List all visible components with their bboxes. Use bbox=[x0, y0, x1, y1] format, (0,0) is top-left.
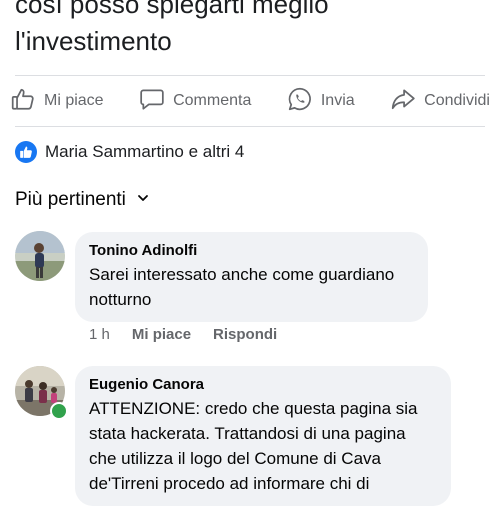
comment-reply-button[interactable]: Rispondi bbox=[213, 326, 277, 343]
comment-like-button[interactable]: Mi piace bbox=[132, 326, 191, 343]
like-button[interactable]: Mi piace bbox=[10, 86, 104, 117]
comment-author[interactable]: Tonino Adinolfi bbox=[89, 240, 414, 262]
send-button-label: Invia bbox=[320, 92, 355, 109]
thumbs-up-icon bbox=[10, 86, 36, 117]
comment-button-label: Commenta bbox=[173, 92, 252, 109]
comment-meta: 1 h Mi piace Rispondi bbox=[89, 326, 277, 343]
post-text-line-1: così posso spiegarti meglio bbox=[15, 0, 329, 19]
like-button-label: Mi piace bbox=[44, 92, 104, 109]
like-reaction-icon bbox=[15, 141, 37, 163]
divider-bottom bbox=[15, 126, 485, 127]
share-button[interactable]: Condividi bbox=[390, 86, 490, 117]
comment-bubble[interactable]: Tonino Adinolfi Sarei interessato anche … bbox=[75, 232, 428, 322]
comment-time: 1 h bbox=[89, 326, 110, 343]
send-button[interactable]: Invia bbox=[287, 86, 355, 117]
comment-bubble[interactable]: Eugenio Canora ATTENZIONE: credo che que… bbox=[75, 366, 451, 506]
online-status-dot bbox=[50, 402, 68, 420]
share-icon bbox=[390, 86, 416, 117]
comment-button[interactable]: Commenta bbox=[139, 86, 251, 117]
avatar[interactable] bbox=[15, 231, 65, 281]
divider-top bbox=[15, 75, 485, 76]
post-text-line-2: l'investimento bbox=[15, 26, 172, 56]
reactions-summary-text: Maria Sammartino e altri 4 bbox=[45, 142, 245, 161]
comment-icon bbox=[139, 86, 165, 117]
comment-sort-dropdown[interactable]: Più pertinenti bbox=[15, 189, 150, 211]
whatsapp-icon bbox=[287, 86, 313, 117]
reactions-summary[interactable]: Maria Sammartino e altri 4 bbox=[15, 141, 244, 163]
post-actions-bar: Mi piace Commenta Invia Condividi bbox=[10, 84, 490, 118]
comment-author[interactable]: Eugenio Canora bbox=[89, 374, 437, 396]
chevron-down-icon bbox=[136, 189, 150, 211]
post-text: così posso spiegarti meglio l'investimen… bbox=[15, 0, 485, 60]
comment-sort-label: Più pertinenti bbox=[15, 189, 126, 210]
share-button-label: Condividi bbox=[424, 92, 490, 109]
avatar-photo bbox=[15, 231, 65, 281]
comment-text: ATTENZIONE: credo che questa pagina sia … bbox=[89, 399, 418, 493]
comment-text: Sarei interessato anche come guardiano n… bbox=[89, 265, 395, 309]
